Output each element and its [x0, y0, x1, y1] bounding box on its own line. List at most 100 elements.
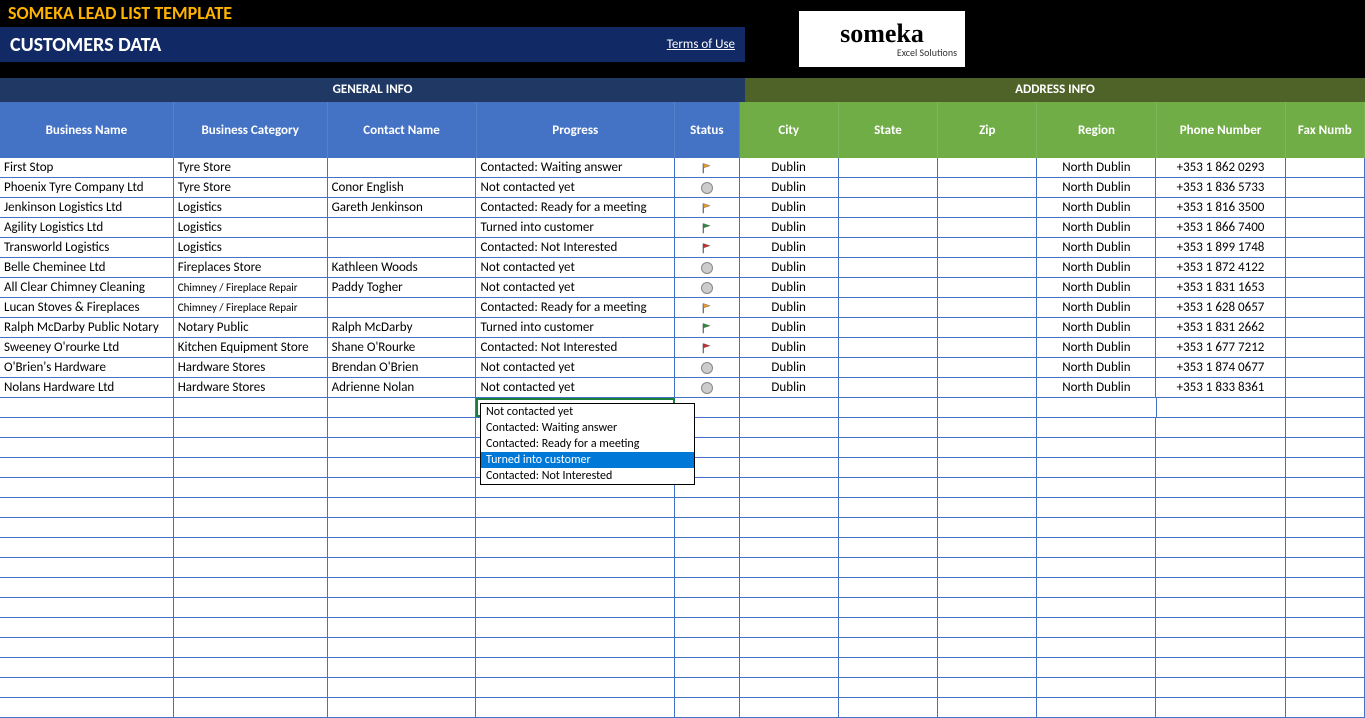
dropdown-option[interactable]: Not contacted yet — [481, 404, 694, 420]
cell-contact-name[interactable]: Gareth Jenkinson — [328, 198, 477, 217]
terms-link[interactable]: Terms of Use — [667, 37, 735, 52]
cell-region[interactable]: North Dublin — [1037, 158, 1156, 177]
cell-business-name[interactable]: Sweeney O'rourke Ltd — [0, 338, 174, 357]
cell-contact-name[interactable] — [328, 158, 477, 177]
cell-progress[interactable]: Contacted: Not Interested — [476, 338, 675, 357]
cell-zip[interactable] — [938, 338, 1037, 357]
cell-status[interactable] — [675, 198, 740, 217]
col-zip[interactable]: Zip — [938, 102, 1037, 158]
cell-phone[interactable]: +353 1 833 8361 — [1156, 378, 1285, 397]
cell-zip[interactable] — [938, 258, 1037, 277]
cell-status[interactable] — [675, 158, 740, 177]
table-row[interactable]: Agility Logistics LtdLogisticsTurned int… — [0, 218, 1365, 238]
cell-business-category[interactable]: Tyre Store — [174, 158, 328, 177]
cell-business-name[interactable]: Jenkinson Logistics Ltd — [0, 198, 174, 217]
col-status[interactable]: Status — [675, 102, 740, 158]
cell-fax[interactable] — [1286, 358, 1365, 377]
table-row[interactable]: Belle Cheminee LtdFireplaces StoreKathle… — [0, 258, 1365, 278]
cell-fax[interactable] — [1286, 338, 1365, 357]
table-row[interactable]: Sweeney O'rourke LtdKitchen Equipment St… — [0, 338, 1365, 358]
table-row-empty[interactable] — [0, 578, 1365, 598]
cell-zip[interactable] — [938, 278, 1037, 297]
table-row-empty[interactable] — [0, 558, 1365, 578]
cell-fax[interactable] — [1286, 198, 1365, 217]
cell-region[interactable]: North Dublin — [1037, 178, 1156, 197]
cell-business-category[interactable]: Fireplaces Store — [174, 258, 328, 277]
cell-phone[interactable]: +353 1 628 0657 — [1156, 298, 1285, 317]
table-row[interactable]: Ralph McDarby Public NotaryNotary Public… — [0, 318, 1365, 338]
cell-fax[interactable] — [1286, 278, 1365, 297]
cell-zip[interactable] — [938, 158, 1037, 177]
dropdown-option[interactable]: Contacted: Ready for a meeting — [481, 436, 694, 452]
table-row[interactable]: Jenkinson Logistics LtdLogisticsGareth J… — [0, 198, 1365, 218]
cell-progress[interactable]: Contacted: Ready for a meeting — [476, 198, 675, 217]
dropdown-option[interactable]: Turned into customer — [481, 452, 694, 468]
cell-business-category[interactable]: Logistics — [174, 198, 328, 217]
cell-contact-name[interactable]: Brendan O'Brien — [328, 358, 477, 377]
cell-business-name[interactable]: Nolans Hardware Ltd — [0, 378, 174, 397]
cell-region[interactable]: North Dublin — [1037, 238, 1156, 257]
cell-region[interactable]: North Dublin — [1037, 278, 1156, 297]
cell-status[interactable] — [675, 218, 740, 237]
cell-fax[interactable] — [1286, 398, 1365, 417]
cell-business-category[interactable]: Chimney / Fireplace Repair — [174, 278, 328, 297]
cell-business-category[interactable]: Hardware Stores — [174, 358, 328, 377]
cell-fax[interactable] — [1286, 238, 1365, 257]
cell-business-name[interactable]: All Clear Chimney Cleaning — [0, 278, 174, 297]
cell-contact-name[interactable]: Shane O'Rourke — [328, 338, 477, 357]
dropdown-option[interactable]: Contacted: Not Interested — [481, 468, 694, 484]
cell-state[interactable] — [839, 218, 938, 237]
table-row-empty[interactable] — [0, 638, 1365, 658]
cell-state[interactable] — [839, 278, 938, 297]
col-state[interactable]: State — [839, 102, 938, 158]
cell-contact-name[interactable] — [328, 398, 477, 417]
cell-phone[interactable]: +353 1 874 0677 — [1156, 358, 1285, 377]
cell-city[interactable]: Dublin — [740, 358, 839, 377]
col-region[interactable]: Region — [1037, 102, 1156, 158]
cell-state[interactable] — [839, 378, 938, 397]
cell-city[interactable]: Dublin — [740, 238, 839, 257]
table-row-empty[interactable] — [0, 658, 1365, 678]
cell-region[interactable]: North Dublin — [1037, 298, 1156, 317]
cell-fax[interactable] — [1286, 158, 1365, 177]
cell-fax[interactable] — [1286, 218, 1365, 237]
cell-city[interactable] — [740, 398, 839, 417]
cell-phone[interactable]: +353 1 831 1653 — [1156, 278, 1285, 297]
cell-business-name[interactable]: Transworld Logistics — [0, 238, 174, 257]
cell-business-category[interactable]: Logistics — [174, 218, 328, 237]
cell-zip[interactable] — [938, 358, 1037, 377]
cell-phone[interactable]: +353 1 831 2662 — [1156, 318, 1285, 337]
cell-state[interactable] — [839, 198, 938, 217]
table-row[interactable]: Transworld LogisticsLogisticsContacted: … — [0, 238, 1365, 258]
cell-status[interactable] — [675, 338, 740, 357]
col-contact-name[interactable]: Contact Name — [328, 102, 477, 158]
cell-zip[interactable] — [938, 178, 1037, 197]
cell-zip[interactable] — [938, 198, 1037, 217]
cell-business-name[interactable]: Belle Cheminee Ltd — [0, 258, 174, 277]
cell-business-name[interactable] — [0, 398, 174, 417]
cell-region[interactable]: North Dublin — [1037, 218, 1156, 237]
cell-fax[interactable] — [1286, 178, 1365, 197]
col-phone[interactable]: Phone Number — [1157, 102, 1286, 158]
table-row-empty[interactable] — [0, 518, 1365, 538]
table-row-empty[interactable] — [0, 618, 1365, 638]
cell-progress[interactable]: Contacted: Waiting answer — [476, 158, 675, 177]
cell-phone[interactable]: +353 1 816 3500 — [1156, 198, 1285, 217]
cell-status[interactable] — [675, 298, 740, 317]
cell-progress[interactable]: Not contacted yet — [476, 258, 675, 277]
cell-fax[interactable] — [1286, 318, 1365, 337]
cell-contact-name[interactable] — [328, 298, 477, 317]
table-row[interactable]: Lucan Stoves & FireplacesChimney / Firep… — [0, 298, 1365, 318]
cell-progress[interactable]: Contacted: Not Interested — [476, 238, 675, 257]
cell-business-name[interactable]: O'Brien's Hardware — [0, 358, 174, 377]
cell-city[interactable]: Dublin — [740, 298, 839, 317]
cell-city[interactable]: Dublin — [740, 158, 839, 177]
cell-city[interactable]: Dublin — [740, 278, 839, 297]
cell-state[interactable] — [839, 158, 938, 177]
cell-status[interactable] — [675, 238, 740, 257]
cell-status[interactable] — [675, 258, 740, 277]
cell-business-category[interactable]: Hardware Stores — [174, 378, 328, 397]
cell-progress[interactable]: Not contacted yet — [476, 378, 675, 397]
cell-city[interactable]: Dublin — [740, 198, 839, 217]
cell-business-name[interactable]: Lucan Stoves & Fireplaces — [0, 298, 174, 317]
